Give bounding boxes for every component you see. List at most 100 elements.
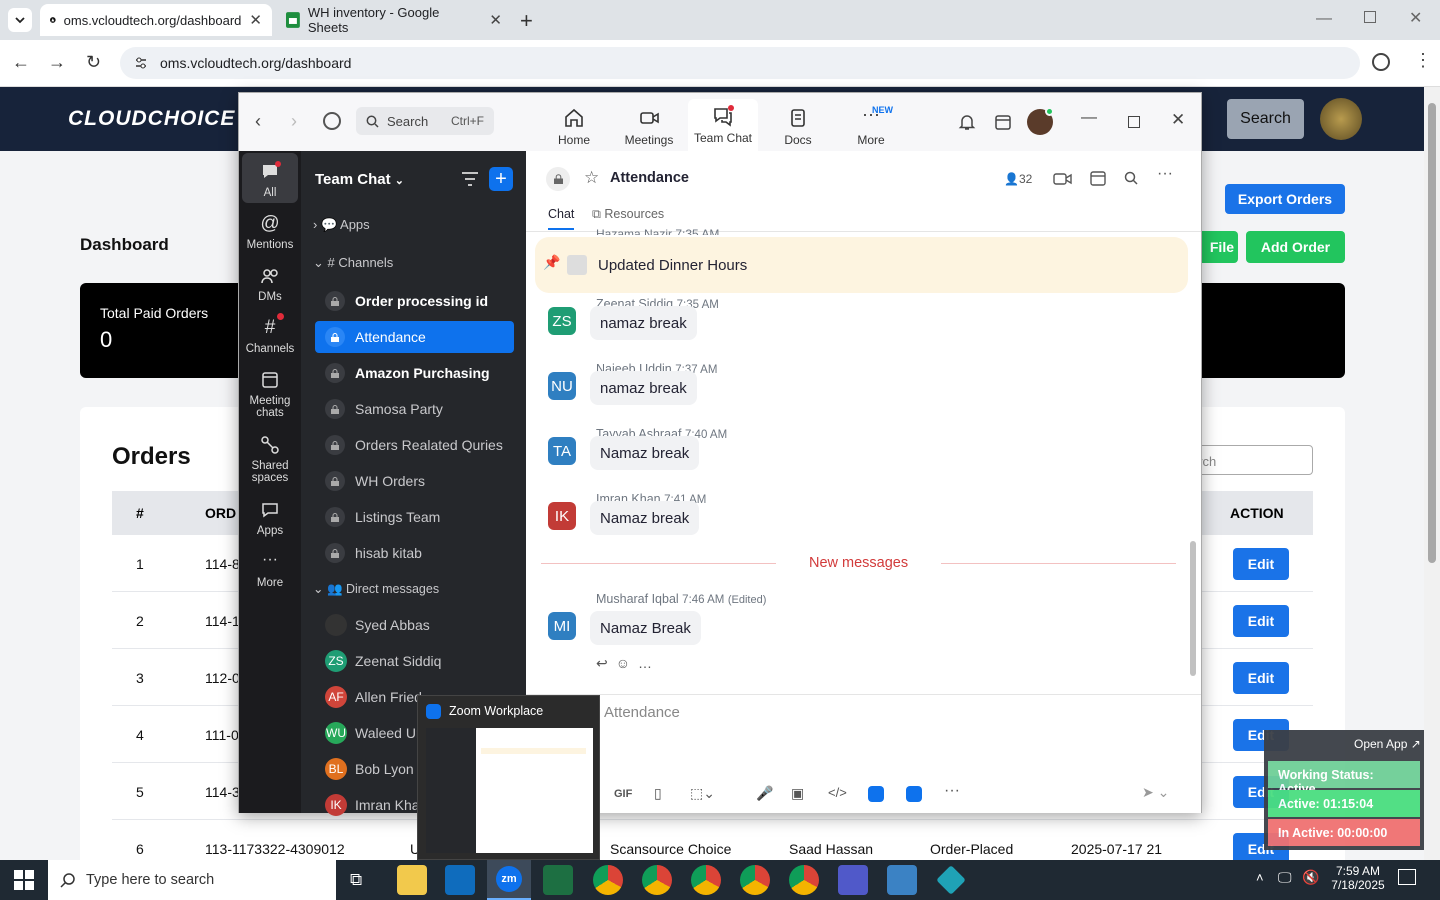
- close-icon[interactable]: ✕: [249, 11, 262, 29]
- tab-search-button[interactable]: [8, 8, 32, 32]
- rail-meeting-chats[interactable]: Meeting chats: [242, 369, 298, 419]
- rail-channels[interactable]: # Channels: [242, 313, 298, 355]
- channel-attendance[interactable]: Attendance: [315, 321, 514, 353]
- more-dots-icon[interactable]: ···: [944, 782, 960, 800]
- rail-dms[interactable]: DMs: [242, 265, 298, 303]
- avatar[interactable]: IK: [548, 502, 576, 530]
- browser-tab-dashboard[interactable]: oms.vcloudtech.org/dashboard ✕: [40, 4, 272, 36]
- site-search-button[interactable]: Search: [1227, 99, 1304, 139]
- taskbar-preview[interactable]: Zoom Workplace: [417, 695, 600, 860]
- close-icon[interactable]: ✕: [489, 11, 502, 29]
- minimize-icon[interactable]: —: [1081, 109, 1097, 127]
- nav-meetings[interactable]: Meetings: [619, 101, 679, 151]
- restore-icon[interactable]: [1364, 11, 1376, 23]
- export-orders-button[interactable]: Export Orders: [1225, 184, 1345, 214]
- message-bubble[interactable]: Namaz break: [590, 501, 700, 535]
- app-icon[interactable]: [868, 786, 884, 802]
- edit-button[interactable]: Edit: [1233, 605, 1289, 637]
- file-icon[interactable]: ▯: [654, 785, 662, 802]
- chrome-icon[interactable]: [691, 865, 721, 895]
- video-message-icon[interactable]: ▣: [791, 785, 804, 802]
- browser-tab-sheets[interactable]: WH inventory - Google Sheets ✕: [276, 4, 512, 36]
- video-camera-icon[interactable]: [1053, 171, 1073, 187]
- pinned-message[interactable]: 📌 Updated Dinner Hours: [535, 237, 1188, 293]
- page-scrollbar[interactable]: [1424, 87, 1440, 860]
- site-logo[interactable]: CLOUDCHOICE: [68, 107, 235, 131]
- avatar[interactable]: [1027, 107, 1054, 135]
- screenshot-icon[interactable]: ⬚⌄: [690, 785, 715, 802]
- zoom-taskbar-icon[interactable]: zm: [487, 860, 531, 900]
- filter-icon[interactable]: [461, 171, 479, 187]
- open-app-link[interactable]: Open App ↗: [1354, 737, 1421, 751]
- notification-icon[interactable]: [1398, 869, 1416, 885]
- rail-mentions[interactable]: @ Mentions: [242, 213, 298, 251]
- avatar[interactable]: TA: [548, 437, 576, 465]
- apps-section[interactable]: › 💬 Apps: [313, 217, 370, 233]
- emoji-icon[interactable]: ☺: [616, 655, 638, 671]
- more-options-icon[interactable]: ···: [1157, 165, 1173, 183]
- calendar-icon[interactable]: [1089, 169, 1107, 187]
- calculator-icon[interactable]: [887, 865, 917, 895]
- bell-icon[interactable]: [958, 113, 976, 131]
- send-icon[interactable]: ➤ ⌄: [1142, 784, 1169, 801]
- avatar[interactable]: NU: [548, 372, 576, 400]
- minimize-icon[interactable]: —: [1316, 10, 1332, 28]
- close-window-icon[interactable]: ✕: [1409, 8, 1422, 28]
- channel-amazon-purchasing[interactable]: Amazon Purchasing: [315, 357, 514, 389]
- code-icon[interactable]: </>: [828, 785, 847, 800]
- edit-button[interactable]: Edit: [1233, 662, 1289, 694]
- new-chat-button[interactable]: +: [489, 167, 513, 191]
- chrome-icon[interactable]: [593, 865, 623, 895]
- avatar[interactable]: ZS: [548, 307, 576, 335]
- message-bubble[interactable]: namaz break: [590, 371, 697, 405]
- channel-wh-orders[interactable]: WH Orders: [315, 465, 514, 497]
- nav-home[interactable]: Home: [549, 101, 599, 151]
- calendar-icon[interactable]: [994, 113, 1012, 131]
- channel-order-processing-id[interactable]: Order processing id: [315, 285, 514, 317]
- nav-more[interactable]: ··· More NEW: [846, 101, 896, 151]
- search-icon[interactable]: [1124, 171, 1138, 185]
- message-input[interactable]: Attendance: [604, 704, 680, 721]
- channels-section[interactable]: ⌄ # Channels: [313, 255, 393, 271]
- more-dots-icon[interactable]: …: [638, 655, 660, 671]
- zoom-search-input[interactable]: Search Ctrl+F: [356, 107, 494, 135]
- maximize-icon[interactable]: [1128, 116, 1140, 128]
- rail-more[interactable]: ··· More: [242, 551, 298, 589]
- forward-icon[interactable]: ›: [291, 111, 297, 132]
- dm-zeenat-siddiq[interactable]: ZS Zeenat Siddiq: [315, 645, 514, 677]
- windows-start-icon[interactable]: [14, 870, 34, 890]
- channel-orders-realated-quries[interactable]: Orders Realated Quries: [315, 429, 514, 461]
- message-bubble[interactable]: Namaz Break: [590, 611, 701, 645]
- chrome-icon[interactable]: [740, 865, 770, 895]
- network-icon[interactable]: 🖵: [1278, 869, 1292, 886]
- outlook-icon[interactable]: [445, 865, 475, 895]
- back-icon[interactable]: ‹: [255, 111, 261, 132]
- tab-chat[interactable]: Chat: [548, 207, 575, 230]
- menu-dots-icon[interactable]: ⋮: [1414, 50, 1432, 71]
- reply-icon[interactable]: ↩: [596, 655, 616, 671]
- microphone-icon[interactable]: 🎤: [756, 785, 773, 802]
- file-explorer-icon[interactable]: [397, 865, 427, 895]
- chevron-up-icon[interactable]: ˄: [1256, 870, 1264, 885]
- reload-icon[interactable]: ↻: [86, 52, 101, 73]
- teams-icon[interactable]: [838, 865, 868, 895]
- app-icon[interactable]: [906, 786, 922, 802]
- gif-button[interactable]: GIF: [614, 788, 632, 800]
- message-bubble[interactable]: namaz break: [590, 306, 697, 340]
- task-view-icon[interactable]: ⧉: [350, 870, 362, 890]
- chat-title[interactable]: Attendance: [610, 170, 689, 186]
- star-icon[interactable]: ☆: [584, 168, 599, 188]
- rail-apps[interactable]: Apps: [242, 499, 298, 537]
- volume-muted-icon[interactable]: 🔇: [1302, 869, 1319, 886]
- team-chat-title[interactable]: Team Chat ⌄: [315, 171, 404, 188]
- chrome-icon[interactable]: [789, 865, 819, 895]
- new-tab-icon[interactable]: +: [520, 8, 533, 34]
- edit-button[interactable]: Edit: [1233, 548, 1289, 580]
- chrome-icon[interactable]: [642, 865, 672, 895]
- add-order-button[interactable]: Add Order: [1246, 231, 1345, 263]
- back-icon[interactable]: ←: [12, 52, 30, 73]
- member-count[interactable]: 👤32: [1004, 172, 1032, 186]
- channel-samosa-party[interactable]: Samosa Party: [315, 393, 514, 425]
- dm-syed-abbas[interactable]: Syed Abbas: [315, 609, 514, 641]
- address-bar[interactable]: oms.vcloudtech.org/dashboard: [120, 47, 1360, 79]
